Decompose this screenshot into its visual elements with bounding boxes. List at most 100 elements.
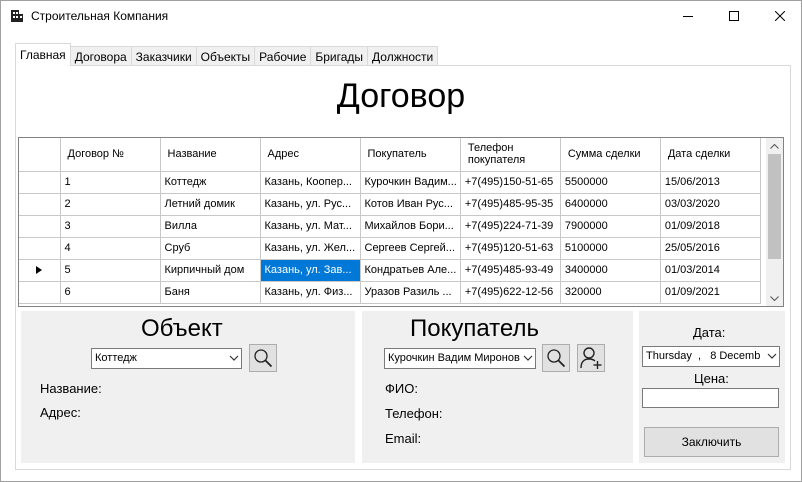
- cell-address[interactable]: Казань, ул. Жел...: [260, 237, 361, 260]
- column-header-address[interactable]: Адрес: [260, 138, 361, 172]
- app-window: Строительная Компания Главная Договора З…: [0, 0, 802, 482]
- cell-buyer[interactable]: Кондратьев Але...: [360, 259, 461, 282]
- cell-date[interactable]: 15/06/2013: [660, 171, 761, 194]
- cell-address-selected[interactable]: Казань, ул. Зав...: [260, 259, 361, 282]
- cell-address[interactable]: Казань, ул. Мат...: [260, 215, 361, 238]
- cell-buyer[interactable]: Котов Иван Рус...: [360, 193, 461, 216]
- cell-amount[interactable]: 6400000: [560, 193, 661, 216]
- price-label: Цена:: [694, 371, 729, 386]
- table-row[interactable]: 2 Летний домик Казань, ул. Рус... Котов …: [19, 193, 761, 216]
- maximize-button[interactable]: [711, 1, 757, 31]
- tab-workers[interactable]: Рабочие: [254, 46, 312, 66]
- tab-objects[interactable]: Объекты: [195, 46, 256, 66]
- cell-date[interactable]: 01/09/2018: [660, 215, 761, 238]
- cell-name[interactable]: Коттедж: [160, 171, 261, 194]
- column-header-name[interactable]: Название: [160, 138, 261, 172]
- row-header-current[interactable]: [19, 259, 61, 282]
- cell-contract-no[interactable]: 5: [60, 259, 161, 282]
- cell-phone[interactable]: +7(495)120-51-63: [460, 237, 561, 260]
- price-input[interactable]: [642, 388, 779, 408]
- tab-positions[interactable]: Должности: [367, 46, 439, 66]
- add-buyer-button[interactable]: [577, 344, 605, 372]
- cell-name[interactable]: Кирпичный дом: [160, 259, 261, 282]
- scroll-down-button[interactable]: [766, 290, 783, 306]
- cell-date[interactable]: 03/03/2020: [660, 193, 761, 216]
- grid-header-row: Договор № Название Адрес Покупатель Теле…: [19, 138, 761, 172]
- tab-bar: Главная Договора Заказчики Объекты Рабоч…: [15, 43, 439, 66]
- deal-panel: Дата: Thursday , 8 Decemb Цена: Заключит…: [639, 311, 785, 463]
- object-search-button[interactable]: [249, 344, 277, 372]
- cell-phone[interactable]: +7(495)150-51-65: [460, 171, 561, 194]
- cell-name[interactable]: Баня: [160, 281, 261, 304]
- chevron-down-icon: [770, 295, 779, 301]
- cell-contract-no[interactable]: 2: [60, 193, 161, 216]
- close-icon: [775, 11, 785, 21]
- cell-contract-no[interactable]: 1: [60, 171, 161, 194]
- cell-address[interactable]: Казань, ул. Физ...: [260, 281, 361, 304]
- page-title: Договор: [336, 77, 466, 115]
- buyer-combobox[interactable]: Курочкин Вадим Миронов: [384, 348, 536, 369]
- buyer-panel: Покупатель Курочкин Вадим Миронов ФИО: Т…: [362, 311, 633, 463]
- date-picker[interactable]: Thursday , 8 Decemb: [642, 346, 780, 367]
- tab-main[interactable]: Главная: [15, 43, 71, 66]
- cell-name[interactable]: Летний домик: [160, 193, 261, 216]
- cell-phone[interactable]: +7(495)485-95-35: [460, 193, 561, 216]
- cell-name[interactable]: Сруб: [160, 237, 261, 260]
- minimize-button[interactable]: [665, 1, 711, 31]
- cell-phone[interactable]: +7(495)485-93-49: [460, 259, 561, 282]
- cell-address[interactable]: Казань, Коопер...: [260, 171, 361, 194]
- table-row[interactable]: 4 Сруб Казань, ул. Жел... Сергеев Сергей…: [19, 237, 761, 260]
- cell-buyer[interactable]: Курочкин Вадим...: [360, 171, 461, 194]
- cell-amount[interactable]: 5500000: [560, 171, 661, 194]
- cell-date[interactable]: 25/05/2016: [660, 237, 761, 260]
- row-header[interactable]: [19, 281, 61, 304]
- cell-contract-no[interactable]: 3: [60, 215, 161, 238]
- object-combobox[interactable]: Коттедж: [91, 348, 242, 369]
- cell-buyer[interactable]: Уразов Разиль ...: [360, 281, 461, 304]
- conclude-deal-button[interactable]: Заключить: [644, 427, 779, 457]
- cell-amount[interactable]: 5100000: [560, 237, 661, 260]
- scroll-up-button[interactable]: [766, 138, 783, 154]
- object-address-label: Адрес:: [40, 405, 81, 420]
- cell-amount[interactable]: 7900000: [560, 215, 661, 238]
- title-bar[interactable]: Строительная Компания: [1, 1, 801, 31]
- cell-buyer[interactable]: Сергеев Сергей...: [360, 237, 461, 260]
- table-row[interactable]: 1 Коттедж Казань, Коопер... Курочкин Вад…: [19, 171, 761, 194]
- cell-address[interactable]: Казань, ул. Рус...: [260, 193, 361, 216]
- cell-contract-no[interactable]: 4: [60, 237, 161, 260]
- cell-amount[interactable]: 3400000: [560, 259, 661, 282]
- row-header[interactable]: [19, 215, 61, 238]
- tab-customers[interactable]: Заказчики: [130, 46, 197, 66]
- scroll-thumb[interactable]: [768, 154, 781, 259]
- table-row[interactable]: 3 Вилла Казань, ул. Мат... Михайлов Бори…: [19, 215, 761, 238]
- tab-contracts[interactable]: Договора: [69, 46, 132, 66]
- cell-date[interactable]: 01/09/2021: [660, 281, 761, 304]
- row-header[interactable]: [19, 237, 61, 260]
- cell-date[interactable]: 01/03/2014: [660, 259, 761, 282]
- date-label: Дата:: [693, 325, 726, 340]
- row-header[interactable]: [19, 171, 61, 194]
- column-header-contract-no[interactable]: Договор №: [60, 138, 161, 172]
- cell-buyer[interactable]: Михайлов Бори...: [360, 215, 461, 238]
- table-row-current[interactable]: 5 Кирпичный дом Казань, ул. Зав... Кондр…: [19, 259, 761, 282]
- cell-amount[interactable]: 320000: [560, 281, 661, 304]
- column-header-buyer-phone[interactable]: Телефон покупателя: [460, 138, 561, 172]
- column-header-amount[interactable]: Сумма сделки: [560, 138, 661, 172]
- cell-contract-no[interactable]: 6: [60, 281, 161, 304]
- cell-phone[interactable]: +7(495)622-12-56: [460, 281, 561, 304]
- column-header-buyer[interactable]: Покупатель: [360, 138, 461, 172]
- maximize-icon: [729, 11, 739, 21]
- contracts-grid[interactable]: Договор № Название Адрес Покупатель Теле…: [18, 137, 784, 307]
- column-header-date[interactable]: Дата сделки: [660, 138, 761, 172]
- table-row[interactable]: 6 Баня Казань, ул. Физ... Уразов Разиль …: [19, 281, 761, 304]
- cell-phone[interactable]: +7(495)224-71-39: [460, 215, 561, 238]
- cell-name[interactable]: Вилла: [160, 215, 261, 238]
- buyer-fio-label: ФИО:: [385, 381, 418, 396]
- close-button[interactable]: [757, 1, 802, 31]
- date-picker-value: Thursday , 8 Decemb: [646, 350, 761, 362]
- buyer-search-button[interactable]: [542, 344, 570, 372]
- tab-brigades[interactable]: Бригады: [310, 46, 369, 66]
- chevron-down-icon: [767, 353, 777, 359]
- grid-vertical-scrollbar[interactable]: [766, 138, 783, 306]
- row-header[interactable]: [19, 193, 61, 216]
